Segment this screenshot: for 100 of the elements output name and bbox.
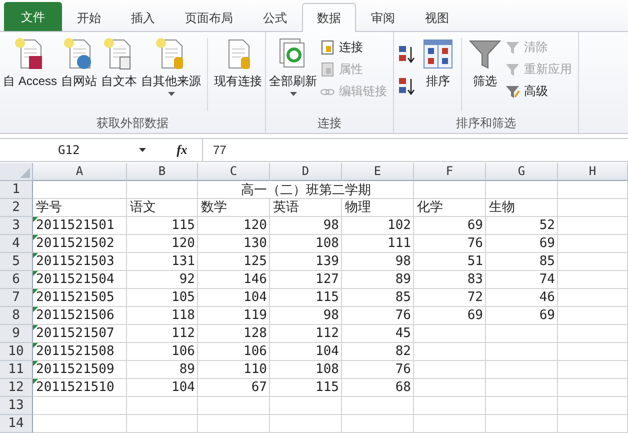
table-cell: 69 — [414, 307, 486, 325]
table-cell — [127, 397, 198, 415]
ribbon-tab[interactable]: 插入 — [116, 5, 170, 31]
row-header[interactable]: 9 — [0, 325, 33, 343]
table-cell — [198, 415, 270, 433]
row-header[interactable]: 2 — [0, 199, 33, 217]
table-cell — [414, 325, 486, 343]
table-cell — [558, 253, 628, 271]
filter-icon — [505, 62, 520, 77]
table-cell: 104 — [270, 343, 342, 361]
table-cell: 76 — [414, 235, 486, 253]
table-cell: 学号 — [33, 199, 127, 217]
column-header[interactable]: B — [127, 163, 198, 181]
row-header[interactable]: 11 — [0, 361, 33, 379]
row-header[interactable]: 5 — [0, 253, 33, 271]
column-header[interactable]: F — [414, 163, 486, 181]
table-cell: 125 — [198, 253, 270, 271]
file-tab[interactable]: 文件 — [4, 2, 62, 31]
ribbon-tab[interactable]: 视图 — [410, 5, 464, 31]
table-cell — [342, 397, 414, 415]
sort-icon — [421, 37, 456, 71]
table-cell: 68 — [342, 379, 414, 397]
ribbon-button[interactable]: 全部刷新 — [268, 34, 318, 115]
column-header[interactable]: C — [198, 163, 270, 181]
ribbon-button[interactable]: 现有连接 — [213, 34, 264, 115]
table-cell — [558, 289, 628, 307]
table-cell: 85 — [342, 289, 414, 307]
table-cell: 72 — [414, 289, 486, 307]
table-cell — [558, 397, 628, 415]
row-header[interactable]: 1 — [0, 181, 33, 199]
column-header[interactable]: E — [342, 163, 414, 181]
formula-field[interactable]: 77 — [202, 139, 628, 161]
table-cell — [558, 325, 628, 343]
table-cell: 69 — [486, 307, 558, 325]
row-header[interactable]: 13 — [0, 397, 33, 415]
row-header[interactable]: 3 — [0, 217, 33, 235]
ribbon-tab[interactable]: 数据 — [302, 3, 356, 32]
table-cell: 52 — [486, 217, 558, 235]
table-cell — [414, 415, 486, 433]
table-cell — [486, 181, 558, 199]
table-cell — [558, 361, 628, 379]
column-header[interactable]: D — [270, 163, 342, 181]
table-cell: 112 — [127, 325, 198, 343]
table-cell: 108 — [270, 361, 342, 379]
row-header[interactable]: 12 — [0, 379, 33, 397]
row-header[interactable]: 8 — [0, 307, 33, 325]
table-cell — [558, 343, 628, 361]
row-header[interactable]: 4 — [0, 235, 33, 253]
table-cell — [558, 379, 628, 397]
table-cell — [558, 181, 628, 199]
table-cell: 106 — [127, 343, 198, 361]
ribbon-tab[interactable]: 页面布局 — [170, 5, 248, 31]
ribbon-button[interactable]: 排序 — [420, 34, 456, 115]
column-header[interactable]: G — [486, 163, 558, 181]
table-cell: 108 — [270, 235, 342, 253]
column-header[interactable]: A — [33, 163, 127, 181]
name-box[interactable]: G12 — [0, 143, 152, 157]
table-cell: 104 — [127, 379, 198, 397]
table-cell: 146 — [198, 271, 270, 289]
document-icon — [320, 62, 336, 77]
table-cell — [486, 343, 558, 361]
table-cell — [486, 415, 558, 433]
row-header[interactable]: 10 — [0, 343, 33, 361]
row-header[interactable]: 14 — [0, 415, 33, 433]
table-cell: 67 — [198, 379, 270, 397]
group-label: 连接 — [316, 115, 343, 132]
sort-icon — [398, 44, 416, 64]
ribbon-button[interactable]: 自其他来源 — [140, 34, 202, 115]
ribbon-button[interactable]: 自文本 — [100, 34, 138, 115]
table-cell: 45 — [342, 325, 414, 343]
table-cell: 102 — [342, 217, 414, 235]
ribbon-button[interactable]: 自网站 — [60, 34, 98, 115]
table-cell: 106 — [198, 343, 270, 361]
table-cell — [558, 235, 628, 253]
table-cell: 115 — [127, 217, 198, 235]
ribbon-tab[interactable]: 开始 — [62, 5, 116, 31]
ribbon-button[interactable]: 连接 — [320, 38, 392, 57]
ribbon-button[interactable]: 高级 — [505, 82, 576, 101]
table-cell: 高一（二）班第二学期 — [198, 181, 414, 199]
ribbon-tab[interactable]: 审阅 — [356, 5, 410, 31]
group-label: 获取外部数据 — [96, 115, 170, 132]
table-cell: 69 — [486, 235, 558, 253]
table-cell — [198, 397, 270, 415]
group-label: 排序和筛选 — [455, 115, 518, 132]
insert-function-button[interactable]: fx — [162, 142, 202, 158]
filter-icon — [505, 84, 520, 99]
table-cell: 120 — [127, 235, 198, 253]
ribbon-button[interactable]: 自 Access — [2, 34, 58, 115]
table-cell — [486, 361, 558, 379]
ribbon-button[interactable]: 筛选 — [467, 34, 504, 115]
row-header[interactable]: 7 — [0, 289, 33, 307]
ribbon-tab[interactable]: 公式 — [248, 5, 302, 31]
table-cell — [127, 415, 198, 433]
row-header[interactable]: 6 — [0, 271, 33, 289]
sort-icon — [398, 76, 416, 96]
table-cell — [414, 361, 486, 379]
column-header[interactable]: H — [558, 163, 628, 181]
table-cell — [486, 397, 558, 415]
table-cell — [486, 325, 558, 343]
table-cell: 112 — [270, 325, 342, 343]
